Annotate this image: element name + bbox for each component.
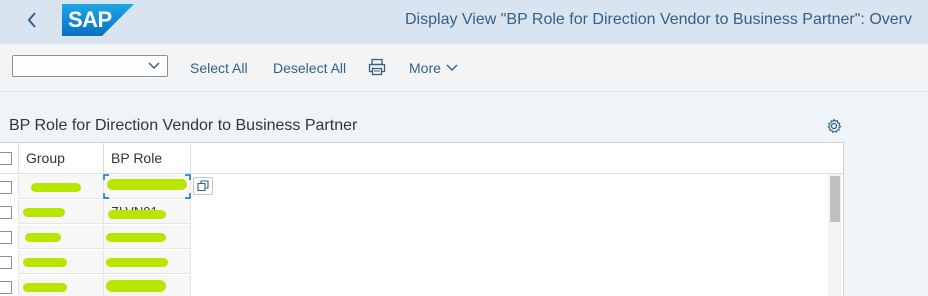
logo-text: SAP [68, 7, 112, 32]
cell-group[interactable] [18, 200, 104, 224]
table-header: Group BP Role [0, 143, 843, 174]
toolbar: Select All Deselect All More [0, 44, 928, 92]
cell-group[interactable] [18, 275, 104, 296]
table-row[interactable] [0, 275, 828, 296]
table-settings-button[interactable] [826, 118, 842, 139]
cell-bp-role[interactable]: ZLVN01 [104, 200, 191, 224]
data-table: Group BP Role ZLVN01 [0, 142, 844, 296]
back-button[interactable] [20, 6, 44, 34]
row-checkbox[interactable] [0, 256, 12, 269]
column-header-bp-role[interactable]: BP Role [104, 143, 191, 173]
row-checkbox[interactable] [0, 231, 12, 244]
cell-bp-role[interactable] [104, 250, 191, 274]
select-all-checkbox[interactable] [0, 152, 12, 165]
gear-icon [827, 118, 842, 134]
cell-group[interactable] [18, 250, 104, 274]
row-checkbox[interactable] [0, 281, 12, 294]
cell-group[interactable] [18, 225, 104, 249]
chevron-down-icon [148, 62, 160, 70]
page-title: Display View "BP Role for Direction Vend… [405, 11, 912, 28]
chevron-down-icon [446, 64, 458, 71]
row-checkbox[interactable] [0, 181, 12, 194]
scrollbar-thumb[interactable] [830, 176, 840, 222]
table-row[interactable]: ZLVN01 [0, 200, 828, 225]
value-help-button[interactable] [193, 177, 213, 195]
cell-bp-role[interactable] [104, 225, 191, 249]
deselect-all-button[interactable]: Deselect All [273, 60, 346, 76]
printer-icon [368, 58, 386, 76]
table-row[interactable] [0, 175, 828, 200]
row-checkbox[interactable] [0, 206, 12, 219]
column-header-group[interactable]: Group [18, 143, 104, 173]
print-button[interactable] [368, 58, 386, 81]
more-button[interactable]: More [409, 60, 458, 76]
table-title: BP Role for Direction Vendor to Business… [9, 117, 358, 134]
copy-icon [197, 180, 209, 192]
cell-bp-role[interactable] [104, 175, 191, 199]
table-row[interactable] [0, 225, 828, 250]
select-all-button[interactable]: Select All [190, 60, 248, 76]
shell-bar: SAP Display View "BP Role for Direction … [0, 0, 928, 44]
cell-group[interactable] [18, 175, 104, 199]
variant-select[interactable] [12, 55, 168, 77]
sap-logo[interactable]: SAP [62, 4, 134, 36]
table-row[interactable] [0, 250, 828, 275]
chevron-left-icon [27, 12, 36, 28]
cell-bp-role[interactable] [104, 275, 191, 296]
more-label: More [409, 60, 441, 76]
